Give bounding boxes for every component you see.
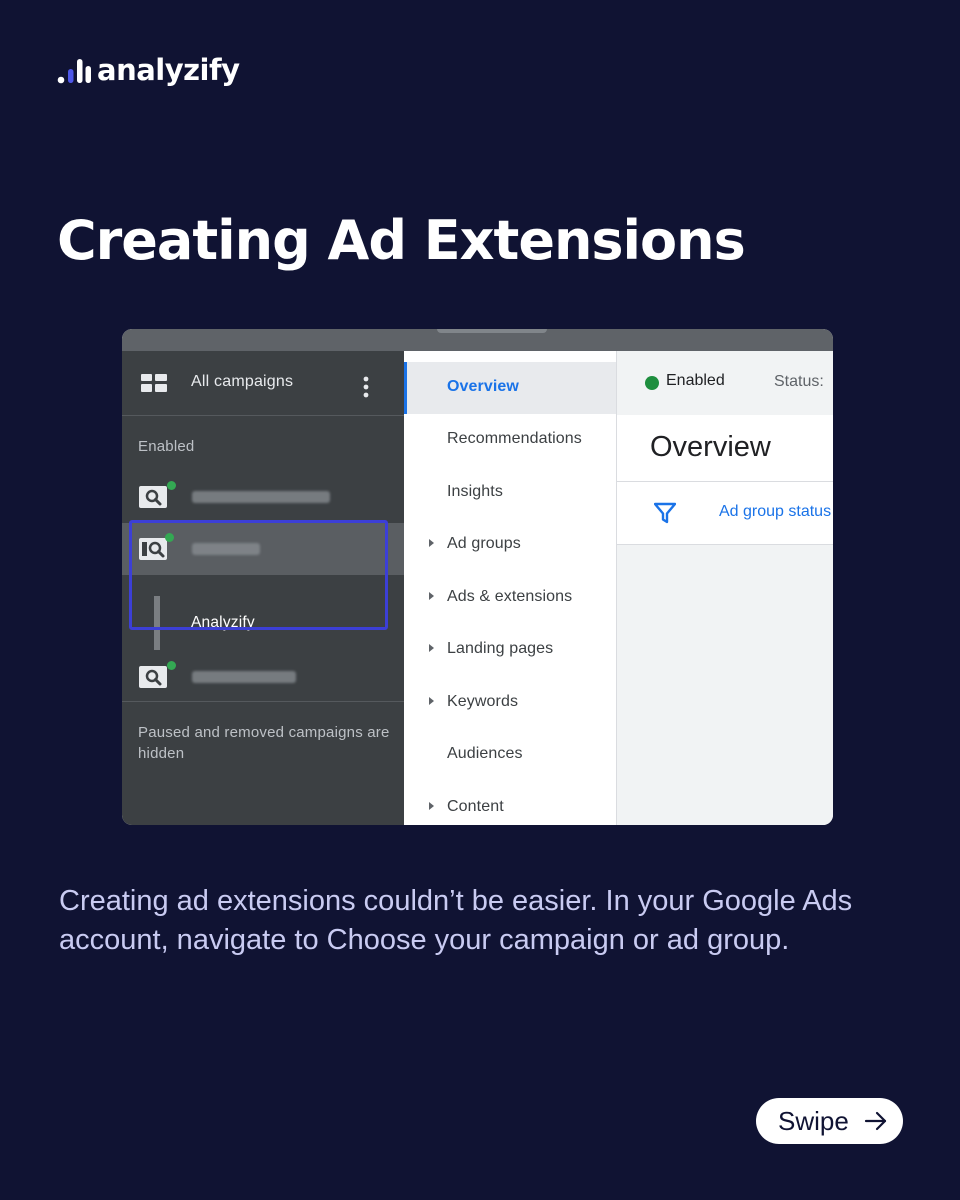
nav-item-keywords[interactable]: Keywords [404,677,616,729]
nav-item-label: Ads & extensions [447,588,573,605]
main-content: Enabled Status: Overview Ad group status [617,351,833,825]
nav-item-label: Ad groups [447,535,521,552]
tree-indent-bar [154,596,160,650]
blurred-campaign-name [192,491,330,503]
nav-item-ad-groups[interactable]: Ad groups [404,519,616,571]
blurred-campaign-name [192,543,260,555]
swipe-label: Swipe [778,1106,849,1136]
all-campaigns-link[interactable]: All campaigns [191,373,293,391]
window-top-bar [122,329,833,351]
ad-group-status-filter[interactable]: Ad group status [719,503,831,521]
nav-item-content[interactable]: Content [404,782,616,825]
filter-icon[interactable] [654,502,676,524]
nav-item-ads-extensions[interactable]: Ads & extensions [404,572,616,624]
grid-view-icon [141,374,167,392]
enabled-status-text[interactable]: Enabled [666,372,725,390]
nav-item-label: Recommendations [447,430,582,447]
campaign-row[interactable] [122,471,404,523]
swipe-button[interactable]: Swipe [756,1098,903,1144]
nav-item-label: Content [447,798,504,815]
nav-item-label: Overview [447,378,519,395]
overview-header: Overview [617,415,833,482]
enabled-status-dot [167,481,176,490]
arrow-right-icon [864,1111,887,1131]
ad-group-row[interactable]: Analyzify [122,596,404,650]
expand-caret-icon [429,592,434,600]
enabled-status-dot [645,376,659,390]
status-label: Status: [774,373,824,390]
nav-item-insights[interactable]: Insights [404,467,616,519]
nav-item-label: Insights [447,483,503,500]
description-text: Creating ad extensions couldn’t be easie… [59,885,853,956]
campaign-row-selected[interactable] [122,523,404,575]
enabled-status-dot [167,661,176,670]
nav-item-label: Audiences [447,745,523,762]
brand-name: analyzify [97,53,240,87]
overview-title: Overview [650,431,771,463]
search-campaign-icon [139,666,167,688]
enabled-section-label: Enabled [138,438,195,455]
google-ads-screenshot: All campaigns Enabled Analyzify Paused a… [122,329,833,825]
page-menu: Overview Recommendations Insights Ad gro… [404,351,617,825]
enabled-status-dot [165,533,174,542]
campaign-sidebar: All campaigns Enabled Analyzify Paused a… [122,351,404,825]
blurred-title [437,329,547,333]
nav-item-overview[interactable]: Overview [404,362,616,414]
search-campaign-icon [139,486,167,508]
expand-caret-icon [429,697,434,705]
sidebar-divider [122,701,404,702]
sidebar-header: All campaigns [122,351,404,416]
page-title: Creating Ad Extensions [57,209,746,272]
nav-item-landing-pages[interactable]: Landing pages [404,624,616,676]
ad-group-label: Analyzify [191,614,255,631]
nav-item-label: Landing pages [447,640,554,657]
expand-caret-icon [429,802,434,810]
analyzify-logo: analyzify [57,53,240,87]
nav-item-label: Keywords [447,693,519,710]
campaign-row[interactable] [122,651,404,703]
nav-item-recommendations[interactable]: Recommendations [404,414,616,466]
nav-item-audiences[interactable]: Audiences [404,729,616,781]
blurred-campaign-name [192,671,296,683]
more-options-icon[interactable] [360,375,372,399]
hidden-campaigns-note: Paused and removed campaigns are hidden [138,724,390,762]
expand-caret-icon [429,644,434,652]
search-campaign-icon [139,538,167,560]
expand-caret-icon [429,539,434,547]
bar-chart-logo-icon [57,59,91,84]
status-strip: Enabled Status: [617,351,833,415]
filter-bar: Ad group status [617,482,833,545]
